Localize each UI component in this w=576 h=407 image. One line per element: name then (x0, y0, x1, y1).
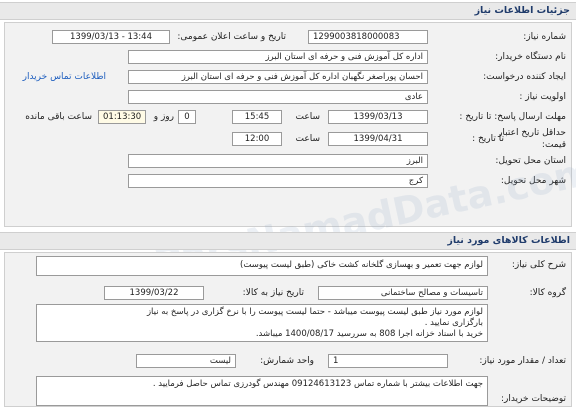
count-field: 1 (328, 354, 448, 368)
buyer-desc-field: جهت اطلاعات بیشتر با شماره تماس 09124613… (36, 376, 488, 406)
validity-time-field: 12:00 (232, 132, 282, 146)
goods-title: اطلاعات کالاهای مورد نیاز (447, 235, 570, 246)
city-field: کرج (128, 174, 428, 188)
group-field: تاسیسات و مصالح ساختمانی (318, 286, 488, 300)
province-field: البرز (128, 154, 428, 168)
buyer-desc-label: توضیحات خریدار: (500, 394, 566, 404)
priority-field: عادی (128, 90, 428, 104)
unit-label: واحد شمارش: (260, 356, 314, 366)
buyer-contact-link[interactable]: اطلاعات تماس خریدار (23, 72, 106, 82)
days-remaining-field: 0 (178, 110, 196, 124)
priority-label: اولویت نیاز : (519, 92, 566, 102)
creator-field: احسان پوراصغر نگهبان اداره کل آموزش فنی … (128, 70, 428, 84)
goods-notes: لوازم مورد نیاز طبق لیست پیوست میباشد - … (36, 304, 488, 342)
announce-label: تاریخ و ساعت اعلان عمومی: (177, 32, 286, 42)
need-date-label: تاریخ نیاز به کالا: (242, 288, 304, 298)
validity-label: حداقل تاریخ اعتبار (498, 128, 566, 138)
validity-date-field: 1399/04/31 (328, 132, 428, 146)
count-label: تعداد / مقدار مورد نیاز: (479, 356, 566, 366)
validity-time-label: ساعت (295, 134, 321, 144)
need-number-label: شماره نیاز: (523, 32, 566, 42)
buyer-label: نام دستگاه خریدار: (495, 52, 566, 62)
announce-field: 1399/03/13 - 13:44 (52, 30, 170, 44)
validity-label-3: تا تاریخ : (472, 134, 504, 144)
days-label: روز و (153, 112, 174, 122)
validity-label-2: قیمت: (541, 140, 566, 150)
remaining-time-field: 01:13:30 (98, 110, 146, 124)
notes-line-3: خرید با اسناد خزانه اجرا 808 به سررسید 1… (255, 329, 483, 339)
notes-line-1: لوازم مورد نیاز طبق لیست پیوست میباشد - … (146, 307, 483, 317)
need-date-field: 1399/03/22 (104, 286, 204, 300)
page-header: جزئیات اطلاعات نیاز (0, 2, 576, 20)
goods-header: اطلاعات کالاهای مورد نیاز (0, 232, 576, 250)
summary-field: لوازم جهت تعمیر و بهسازی گلخانه کشت خاکی… (36, 256, 488, 276)
deadline-time-label: ساعت (295, 112, 321, 122)
deadline-label: مهلت ارسال پاسخ: تا تاریخ : (459, 112, 566, 122)
unit-field: لیست (136, 354, 236, 368)
buyer-field: اداره کل آموزش فنی و حرفه ای استان البرز (128, 50, 428, 64)
page-title: جزئیات اطلاعات نیاز (474, 5, 570, 16)
summary-label: شرح کلی نیاز: (511, 260, 566, 270)
need-number-field: 1299003818000083 (308, 30, 428, 44)
remaining-label: ساعت باقی مانده (25, 112, 92, 122)
deadline-date-field: 1399/03/13 (328, 110, 428, 124)
creator-label: ایجاد کننده درخواست: (483, 72, 566, 82)
group-label: گروه کالا: (529, 288, 566, 298)
deadline-time-field: 15:45 (232, 110, 282, 124)
notes-line-2: بارگزاری نمایید . (424, 318, 483, 328)
